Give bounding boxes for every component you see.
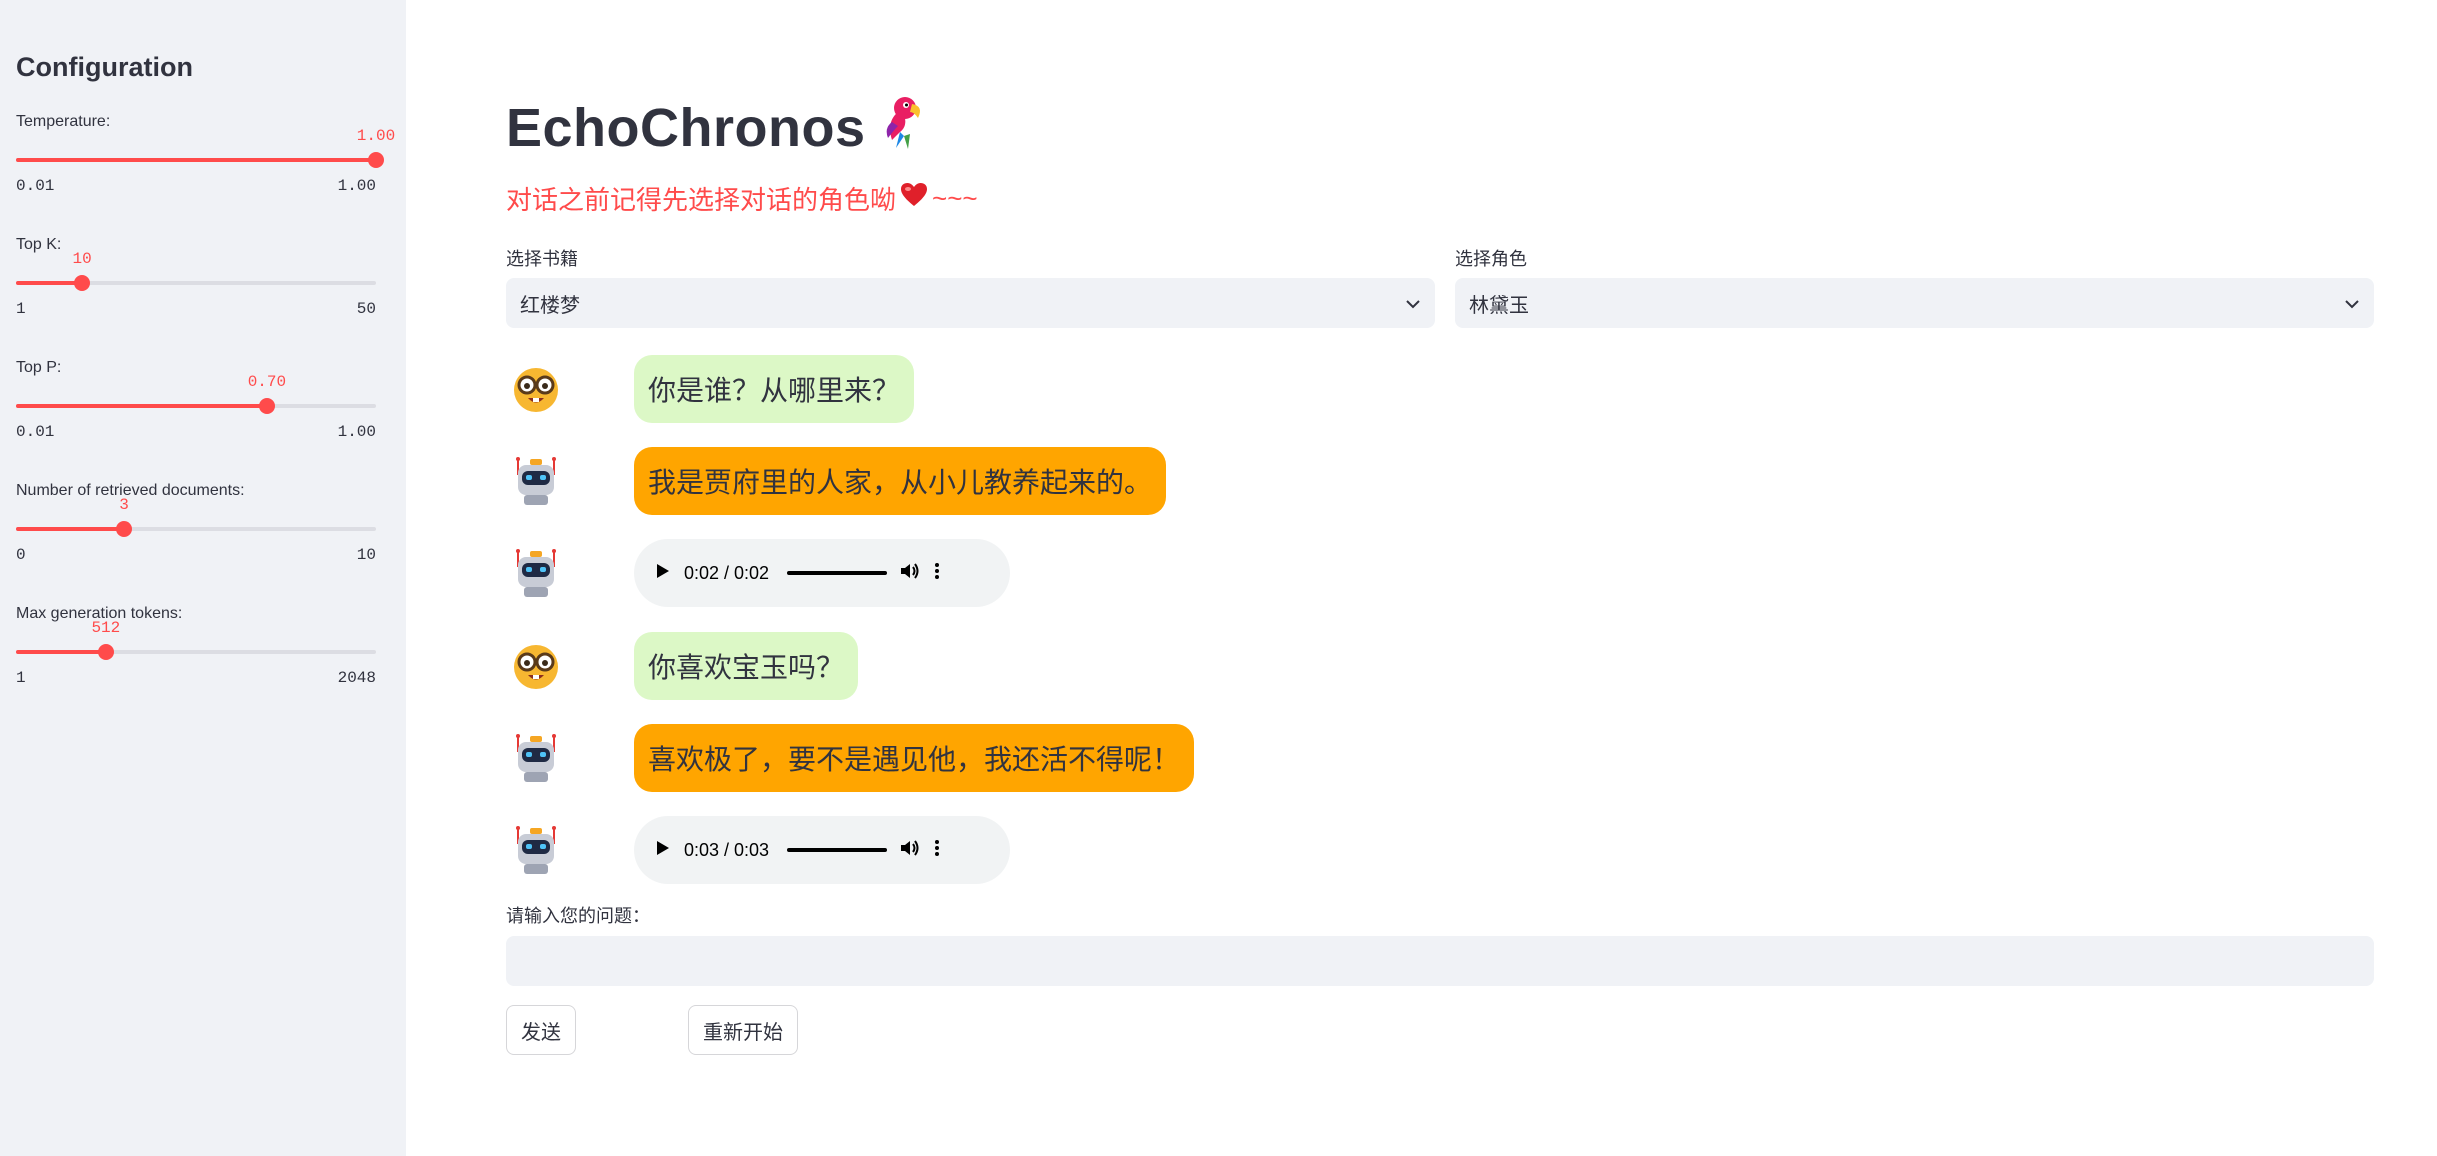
chevron-down-icon [2344,292,2360,315]
chat-message-bot: 我是贾府里的人家，从小儿教养起来的。 [506,447,1906,517]
volume-icon[interactable] [899,838,921,863]
slider-fill [16,404,267,408]
subtitle: 对话之前记得先选择对话的角色呦 ~~~ [506,180,978,217]
volume-icon[interactable] [899,561,921,586]
slider-fill [16,527,124,531]
role-select-label: 选择角色 [1455,249,1527,269]
retrieved-documents-slider[interactable]: Number of retrieved documents: 3 0 10 [16,482,376,597]
slider-fill [16,158,376,162]
parrot-icon [878,92,932,163]
slider-min: 0.01 [16,177,55,195]
slider-thumb[interactable] [116,521,132,537]
audio-time: 0:02 / 0:02 [684,562,770,583]
slider-max: 50 [356,300,376,318]
temperature-slider[interactable]: Temperature: 1.00 0.01 1.00 [16,113,395,228]
subtitle-tail: ~~~ [932,183,978,213]
nerd-face-icon [510,363,562,415]
robot-icon [510,547,562,599]
restart-button[interactable]: 重新开始 [688,1005,798,1055]
slider-track[interactable] [16,644,376,660]
slider-max: 10 [356,546,376,564]
page-title: EchoChronos [506,97,866,158]
slider-min: 1 [16,669,26,687]
bot-message-bubble: 喜欢极了，要不是遇见他，我还活不得呢！ [634,724,1195,792]
main-content: EchoChronos 对话之前记得先选择对话的角色呦 ~~~ 选择书籍 红楼梦… [506,0,2374,1156]
robot-icon [510,732,562,784]
chat-message-bot-audio: 0:02 / 0:02 [506,539,1906,609]
slider-min: 0.01 [16,423,55,441]
slider-thumb[interactable] [258,398,275,414]
more-options-icon[interactable] [933,561,941,586]
more-options-icon[interactable] [933,838,941,863]
audio-progress-bar[interactable] [787,571,888,575]
page-title-row: EchoChronos [506,92,932,163]
slider-track[interactable] [16,398,376,414]
send-button[interactable]: 发送 [506,1005,576,1055]
slider-min: 1 [16,300,26,318]
chevron-down-icon [1405,292,1421,315]
role-select-value: 林黛玉 [1469,294,1529,317]
question-input[interactable] [506,936,2374,986]
slider-max: 1.00 [337,177,376,195]
chat-message-bot-audio: 0:03 / 0:03 [506,816,1906,886]
audio-progress-bar[interactable] [787,848,888,852]
role-select[interactable]: 林黛玉 [1455,278,2374,328]
slider-value: 1.00 [356,127,396,145]
book-select-label: 选择书籍 [506,249,578,269]
robot-icon [510,455,562,507]
slider-thumb[interactable] [97,644,114,660]
user-message-bubble: 你喜欢宝玉吗？ [634,632,859,700]
sidebar: Configuration Temperature: 1.00 0.01 1.0… [0,0,406,1156]
slider-max: 1.00 [337,423,376,441]
robot-icon [510,824,562,876]
book-select-value: 红楼梦 [520,294,580,317]
nerd-face-icon [510,640,562,692]
slider-fill [16,650,106,654]
slider-value: 0.70 [247,373,287,391]
slider-label: Top P: [16,359,62,376]
slider-label: Top K: [16,236,62,253]
slider-label: Temperature: [16,113,111,130]
max-tokens-slider[interactable]: Max generation tokens: 512 1 2048 [16,605,376,720]
slider-track[interactable] [16,275,376,291]
user-message-bubble: 你是谁？从哪里来？ [634,355,915,423]
slider-track[interactable] [16,521,376,537]
chat-message-bot: 喜欢极了，要不是遇见他，我还活不得呢！ [506,724,1906,794]
slider-fill [16,281,83,285]
audio-player[interactable]: 0:02 / 0:02 [634,539,1010,607]
slider-value: 3 [119,496,129,514]
slider-max: 2048 [337,669,376,687]
sidebar-title: Configuration [16,52,193,82]
book-select[interactable]: 红楼梦 [506,278,1435,328]
heart-icon [900,182,928,215]
play-icon[interactable] [652,838,672,863]
top-k-slider[interactable]: Top K: 10 1 50 [16,236,376,351]
slider-value: 10 [72,250,92,268]
subtitle-text: 对话之前记得先选择对话的角色呦 [506,185,897,215]
slider-thumb[interactable] [368,152,384,168]
slider-min: 0 [16,546,26,564]
slider-label: Number of retrieved documents: [16,482,245,499]
slider-track[interactable] [16,152,384,168]
chat-message-user: 你是谁？从哪里来？ [506,355,1906,425]
audio-time: 0:03 / 0:03 [684,839,770,860]
audio-player[interactable]: 0:03 / 0:03 [634,816,1010,884]
top-p-slider[interactable]: Top P: 0.70 0.01 1.00 [16,359,376,474]
chat-message-user: 你喜欢宝玉吗？ [506,632,1906,702]
question-input-label: 请输入您的问题： [506,906,650,926]
bot-message-bubble: 我是贾府里的人家，从小儿教养起来的。 [634,447,1167,515]
slider-thumb[interactable] [74,275,91,291]
play-icon[interactable] [652,561,672,586]
slider-value: 512 [91,619,121,637]
